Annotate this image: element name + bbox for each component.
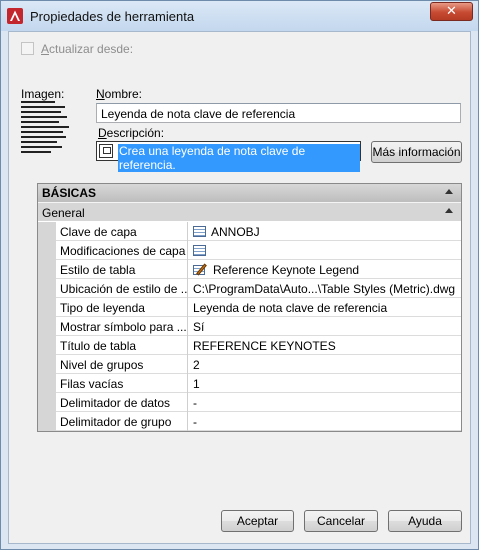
collapse-triangle-icon[interactable]: [445, 189, 453, 194]
property-name: Estilo de tabla: [56, 260, 188, 279]
properties-grid: BÁSICAS General Clave de capa ANNOBJ Mod…: [37, 183, 462, 432]
property-row[interactable]: Estilo de tabla Reference Keynote Legend: [38, 260, 461, 279]
property-row[interactable]: Nivel de grupos 2: [38, 355, 461, 374]
help-button[interactable]: Ayuda: [388, 510, 462, 532]
autocad-icon: [7, 8, 23, 24]
more-info-button[interactable]: Más información: [371, 141, 462, 163]
row-gutter: [38, 336, 56, 355]
name-field[interactable]: Leyenda de nota clave de referencia: [96, 103, 461, 123]
update-from-label: Actualizar desde:: [41, 42, 134, 56]
property-name: Tipo de leyenda: [56, 298, 188, 317]
description-text: Crea una leyenda de nota clave de refere…: [118, 144, 360, 172]
table-icon: [193, 226, 206, 237]
property-name: Delimitador de datos: [56, 393, 188, 412]
row-gutter: [38, 279, 56, 298]
update-from-checkbox[interactable]: [21, 42, 34, 55]
table-style-icon: [193, 263, 209, 276]
tool-properties-dialog: Propiedades de herramienta ✕ Actualizar …: [0, 0, 479, 550]
property-name: Ubicación de estilo de ...: [56, 279, 188, 298]
property-name: Nivel de grupos: [56, 355, 188, 374]
property-value[interactable]: C:\ProgramData\Auto...\Table Styles (Met…: [189, 279, 461, 298]
ok-button[interactable]: Aceptar: [221, 510, 294, 532]
row-gutter: [38, 412, 56, 431]
close-button[interactable]: ✕: [430, 2, 473, 21]
property-name: Delimitador de grupo: [56, 412, 188, 431]
description-field[interactable]: Crea una leyenda de nota clave de refere…: [96, 141, 361, 172]
description-label: Descripción:: [98, 126, 165, 140]
property-row[interactable]: Clave de capa ANNOBJ: [38, 222, 461, 241]
property-row[interactable]: Filas vacías 1: [38, 374, 461, 393]
property-rows: Clave de capa ANNOBJ Modificaciones de c…: [38, 222, 461, 431]
category-header-basicas[interactable]: BÁSICAS: [38, 184, 461, 202]
property-value[interactable]: 1: [189, 374, 461, 393]
window-title: Propiedades de herramienta: [30, 9, 195, 24]
property-value-text: ANNOBJ: [211, 225, 260, 239]
property-value[interactable]: Sí: [189, 317, 461, 336]
property-row[interactable]: Ubicación de estilo de ... C:\ProgramDat…: [38, 279, 461, 298]
property-value[interactable]: REFERENCE KEYNOTES: [189, 336, 461, 355]
property-name: Modificaciones de capa: [56, 241, 188, 260]
image-label: Imagen:: [21, 87, 65, 101]
category-label: BÁSICAS: [42, 186, 97, 200]
dialog-body: Actualizar desde: Imagen: Nombre: Leyend…: [8, 31, 471, 544]
title-bar[interactable]: Propiedades de herramienta ✕: [1, 1, 478, 31]
group-label: General: [42, 206, 85, 220]
property-value[interactable]: -: [189, 393, 461, 412]
property-value[interactable]: ANNOBJ: [189, 222, 461, 241]
row-gutter: [38, 222, 56, 241]
cancel-button[interactable]: Cancelar: [304, 510, 378, 532]
row-gutter: [38, 298, 56, 317]
tool-image-preview: [21, 101, 77, 161]
row-gutter: [38, 355, 56, 374]
property-row[interactable]: Delimitador de datos -: [38, 393, 461, 412]
property-value-text: Reference Keynote Legend: [213, 263, 360, 277]
row-gutter: [38, 241, 56, 260]
property-value[interactable]: Leyenda de nota clave de referencia: [189, 298, 461, 317]
property-name: Mostrar símbolo para ...: [56, 317, 188, 336]
close-icon: ✕: [446, 4, 457, 19]
copy-icon: [99, 144, 113, 158]
collapse-triangle-icon[interactable]: [445, 208, 453, 213]
row-gutter: [38, 374, 56, 393]
name-label: Nombre:: [96, 87, 143, 101]
property-row[interactable]: Delimitador de grupo -: [38, 412, 461, 431]
property-value[interactable]: -: [189, 412, 461, 431]
property-row[interactable]: Modificaciones de capa: [38, 241, 461, 260]
property-name: Título de tabla: [56, 336, 188, 355]
property-name: Clave de capa: [56, 222, 188, 241]
table-icon: [193, 245, 206, 256]
row-gutter: [38, 260, 56, 279]
row-gutter: [38, 393, 56, 412]
property-value[interactable]: [189, 241, 461, 260]
property-value[interactable]: 2: [189, 355, 461, 374]
property-value[interactable]: Reference Keynote Legend: [189, 260, 461, 279]
group-header-general[interactable]: General: [38, 202, 461, 221]
property-row[interactable]: Título de tabla REFERENCE KEYNOTES: [38, 336, 461, 355]
row-gutter: [38, 317, 56, 336]
property-row[interactable]: Mostrar símbolo para ... Sí: [38, 317, 461, 336]
property-row[interactable]: Tipo de leyenda Leyenda de nota clave de…: [38, 298, 461, 317]
property-name: Filas vacías: [56, 374, 188, 393]
